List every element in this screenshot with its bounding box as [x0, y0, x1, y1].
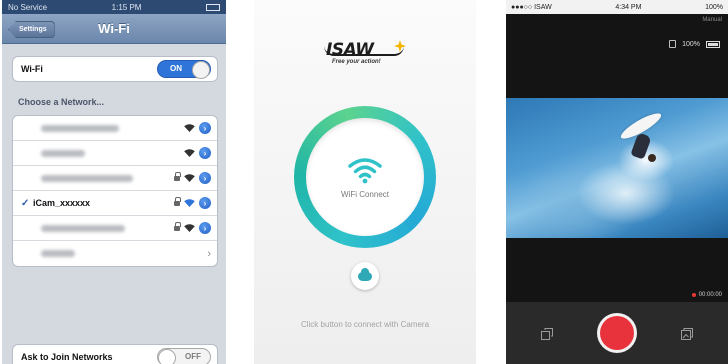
- info-icon[interactable]: ›: [199, 197, 211, 209]
- lock-icon: [174, 221, 181, 232]
- network-icons: ›: [174, 171, 211, 184]
- network-row[interactable]: ›: [13, 241, 217, 266]
- info-icon[interactable]: ›: [199, 122, 211, 134]
- logo-tagline: Free your action!: [332, 59, 381, 65]
- sd-card-icon: [669, 40, 677, 48]
- network-row[interactable]: ›: [13, 116, 217, 141]
- wifi-label: Wi-Fi: [21, 64, 43, 74]
- network-name: iCam_xxxxxx: [33, 198, 91, 208]
- wifi-toggle-row: Wi-Fi ON: [12, 56, 218, 82]
- status-bar: No Service 1:15 PM: [2, 0, 226, 14]
- ask-to-join-switch[interactable]: OFF: [157, 348, 211, 364]
- record-timer: 00:00:00: [691, 292, 722, 298]
- info-icon[interactable]: ›: [199, 172, 211, 184]
- camera-live-view-screen: ●●●○○ ISAW 4:34 PM 100% Manual 100% 00:0…: [506, 0, 728, 364]
- network-row[interactable]: ✓ iCam_xxxxxx ›: [13, 191, 217, 216]
- record-time-label: 00:00:00: [698, 292, 722, 298]
- cloud-button[interactable]: [351, 262, 379, 290]
- wifi-switch[interactable]: ON: [157, 60, 211, 79]
- network-row[interactable]: ›: [13, 216, 217, 241]
- app-showcase: No Service 1:15 PM Settings Wi-Fi Wi-Fi …: [0, 0, 728, 364]
- wifi-signal-icon: [184, 174, 195, 182]
- isaw-logo: ISAW Free your action!: [324, 40, 406, 70]
- surfer-head-shape: [648, 154, 656, 162]
- lock-icon: [174, 171, 181, 182]
- network-name-redacted: [41, 174, 133, 182]
- wifi-connect-button[interactable]: WiFi Connect: [306, 118, 424, 236]
- camera-status: 100%: [669, 40, 720, 48]
- camera-battery-icon: [706, 40, 720, 48]
- network-icons: ›: [207, 248, 211, 260]
- record-button-core: [600, 316, 634, 350]
- ask-to-join-label: Ask to Join Networks: [21, 352, 113, 362]
- network-icons: ›: [184, 122, 211, 134]
- network-row[interactable]: ›: [13, 166, 217, 191]
- wifi-signal-icon: [184, 199, 195, 207]
- wifi-icon: [348, 157, 382, 183]
- network-name-redacted: [41, 149, 85, 157]
- sd-capacity: 100%: [682, 40, 700, 48]
- cloud-icon: [358, 267, 372, 281]
- choose-network-heading: Choose a Network...: [18, 97, 105, 107]
- wifi-connect-screen: ISAW Free your action! WiFi Connect Clic…: [254, 0, 476, 364]
- battery-icon: [205, 3, 220, 11]
- live-preview: [506, 98, 728, 238]
- wifi-signal-icon: [184, 124, 195, 132]
- status-time: 1:15 PM: [111, 2, 142, 12]
- info-icon[interactable]: ›: [199, 147, 211, 159]
- rotate-icon[interactable]: [540, 327, 554, 341]
- ask-to-join-row: Ask to Join Networks OFF: [12, 344, 218, 364]
- status-bar: ●●●○○ ISAW 4:34 PM 100%: [506, 0, 728, 14]
- connect-hint: Click button to connect with Camera: [300, 320, 430, 329]
- manual-link[interactable]: Manual: [702, 17, 722, 23]
- settings-back-button[interactable]: Settings: [8, 21, 55, 38]
- wifi-signal-icon: [184, 149, 195, 157]
- record-button[interactable]: [597, 313, 637, 353]
- network-row[interactable]: ›: [13, 141, 217, 166]
- network-name-redacted: [41, 224, 125, 232]
- network-icons: ›: [174, 196, 211, 209]
- carrier-label: ●●●○○ ISAW: [511, 3, 552, 11]
- wifi-connect-ring: WiFi Connect: [294, 106, 436, 248]
- carrier-label: No Service: [8, 2, 48, 12]
- lock-icon: [174, 196, 181, 207]
- page-title: Wi-Fi: [98, 21, 130, 36]
- wifi-connect-label: WiFi Connect: [340, 189, 389, 199]
- nav-bar: Settings Wi-Fi: [2, 14, 226, 44]
- status-time: 4:34 PM: [615, 3, 642, 11]
- info-icon[interactable]: ›: [199, 222, 211, 234]
- network-name-redacted: [41, 250, 75, 257]
- network-name-redacted: [41, 124, 119, 132]
- network-icons: ›: [184, 147, 211, 159]
- gallery-icon[interactable]: [680, 327, 694, 341]
- network-list: › › › ✓ iCam_xxxxxx › › ›: [12, 115, 218, 267]
- network-icons: ›: [174, 221, 211, 234]
- wifi-signal-icon: [184, 224, 195, 232]
- wifi-settings-screen: No Service 1:15 PM Settings Wi-Fi Wi-Fi …: [2, 0, 226, 364]
- battery-percent: 100%: [705, 3, 723, 11]
- checkmark-icon: ✓: [21, 197, 30, 209]
- record-dot-icon: [691, 293, 696, 297]
- chevron-right-icon: ›: [207, 247, 211, 260]
- logo-wordmark: ISAW: [326, 40, 374, 60]
